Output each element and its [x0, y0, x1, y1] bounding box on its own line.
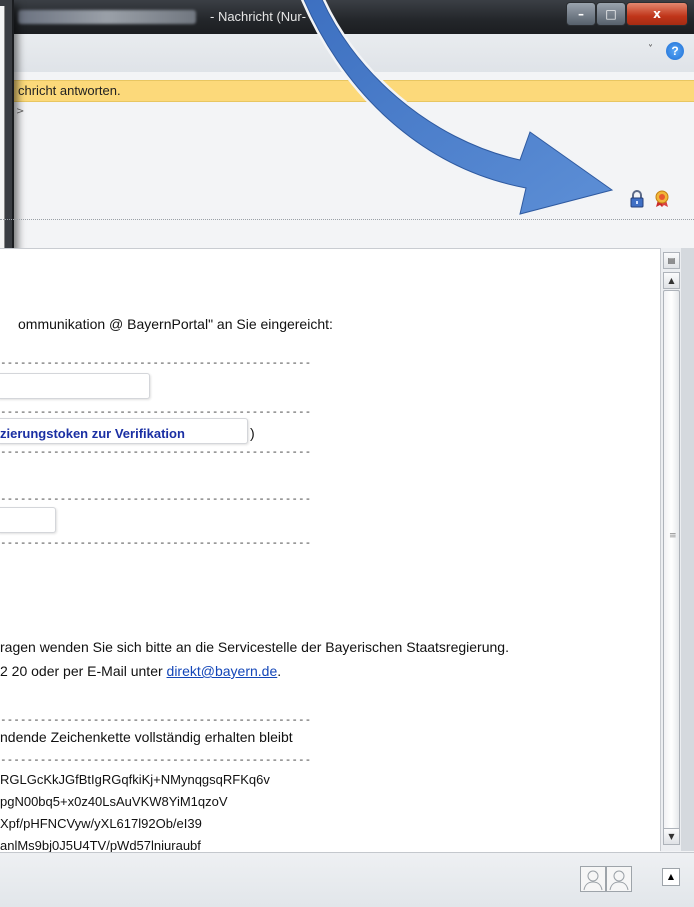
lock-icon[interactable] [630, 190, 644, 208]
separator-line: ----------------------------------------… [0, 357, 310, 369]
minimize-button[interactable]: – [566, 2, 596, 26]
help-text-prefix: 2 20 oder per E-Mail unter [0, 663, 167, 679]
email-link[interactable]: direkt@bayern.de [167, 663, 278, 679]
certificate-icon[interactable] [654, 190, 670, 208]
token-string-line: RGLGcKkJGfBtIgRGqfkiKj+NMynqgsqRFKq6v [0, 772, 270, 787]
scroll-up-button[interactable]: ▲ [663, 272, 680, 289]
expand-people-pane-button[interactable]: ▲ [662, 868, 680, 886]
token-paren: ) [250, 425, 255, 441]
scroll-top-icon[interactable]: ▤ [663, 252, 680, 269]
scroll-down-button[interactable]: ▼ [663, 828, 680, 845]
help-text-line1: ragen wenden Sie sich bitte an die Servi… [0, 639, 509, 655]
separator-line: ----------------------------------------… [0, 754, 310, 766]
close-button[interactable]: x [626, 2, 688, 26]
vertical-scrollbar[interactable]: ▤ ▲ ≡ ▼ [660, 248, 681, 851]
avatar[interactable] [580, 866, 606, 892]
info-bar[interactable]: chricht antworten. [0, 80, 694, 102]
help-icon[interactable]: ? [666, 42, 684, 60]
maximize-button[interactable]: □ [596, 2, 626, 26]
right-edge [681, 248, 694, 851]
ribbon-strip [0, 34, 694, 72]
token-string-line: pgN00bq5+x0z40LsAuVKW8YiM1qzoV [0, 794, 228, 809]
header-separator [0, 219, 694, 220]
blank-field-small [0, 507, 56, 533]
token-string-line: anlMs9bj0J5U4TV/pWd57lniuraubf [0, 838, 201, 853]
token-string-line: Xpf/pHFNCVyw/yXL617l92Ob/eI39 [0, 816, 202, 831]
window-title: - Nachricht (Nur- [210, 9, 307, 24]
token-label: zierungstoken zur Verifikation [0, 426, 185, 441]
message-body[interactable]: ommunikation @ BayernPortal" an Sie eing… [0, 248, 660, 853]
keep-intact-text: ndende Zeichenkette vollständig erhalten… [0, 729, 293, 745]
header-chevron: > [16, 106, 25, 117]
title-bar: - Nachricht (Nur- – □ x [0, 0, 694, 34]
separator-line: ----------------------------------------… [0, 406, 310, 418]
submission-line: ommunikation @ BayernPortal" an Sie eing… [18, 316, 333, 332]
separator-line: ----------------------------------------… [0, 714, 310, 726]
info-bar-text: chricht antworten. [18, 83, 121, 98]
separator-line: ----------------------------------------… [0, 493, 310, 505]
blank-field [0, 373, 150, 399]
scroll-thumb[interactable]: ≡ [663, 290, 680, 832]
grip-icon: ≡ [669, 531, 677, 541]
help-text-line2: 2 20 oder per E-Mail unter direkt@bayern… [0, 663, 281, 679]
avatar[interactable] [606, 866, 632, 892]
ribbon-collapse-icon[interactable]: ˅ [648, 44, 653, 55]
help-text-suffix: . [277, 663, 282, 679]
separator-line: ----------------------------------------… [0, 537, 310, 549]
separator-line: ----------------------------------------… [0, 446, 310, 458]
blurred-title [18, 10, 196, 24]
